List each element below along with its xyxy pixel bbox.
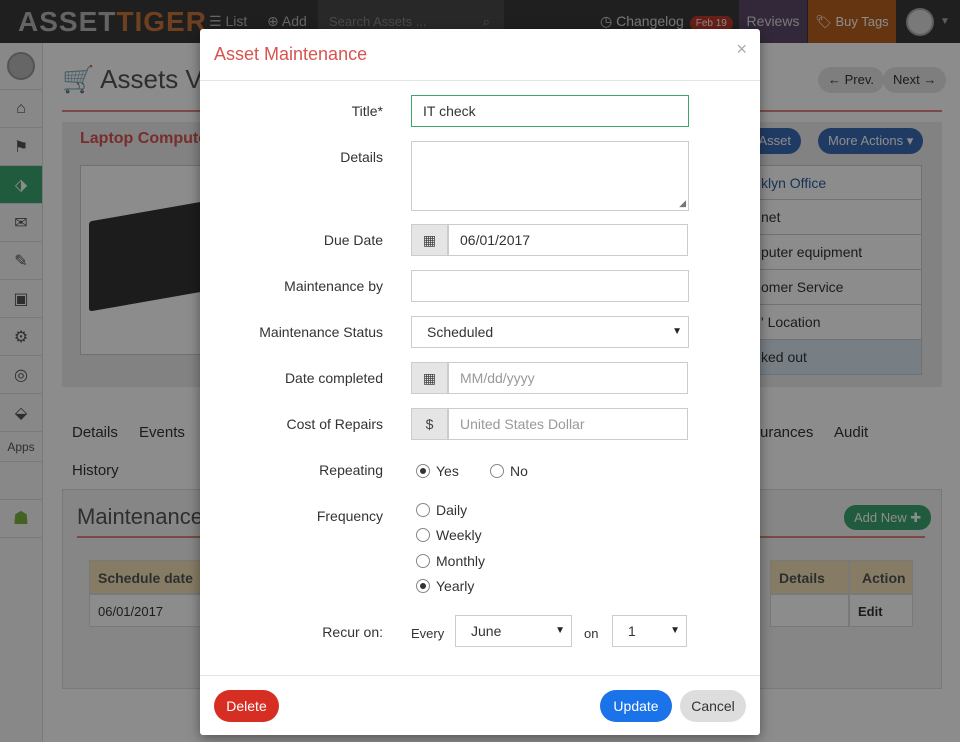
maintenance-by-label: Maintenance by: [284, 278, 383, 294]
frequency-weekly-radio[interactable]: Weekly: [416, 527, 482, 543]
repeating-no-radio[interactable]: No: [490, 463, 528, 479]
maintenance-status-value: Scheduled: [427, 324, 494, 340]
cost-of-repairs-field[interactable]: United States Dollar: [448, 408, 688, 440]
cost-of-repairs-label: Cost of Repairs: [286, 416, 383, 432]
every-label: Every: [411, 626, 445, 641]
frequency-weekly-label: Weekly: [436, 527, 482, 543]
date-completed-field[interactable]: MM/dd/yyyy: [448, 362, 688, 394]
maintenance-status-select[interactable]: Scheduled ▼: [411, 316, 689, 348]
on-label: on: [584, 626, 599, 641]
maintenance-status-label: Maintenance Status: [259, 324, 383, 340]
calendar-icon[interactable]: ▦: [411, 224, 448, 256]
frequency-yearly-label: Yearly: [436, 578, 475, 594]
details-label: Details: [340, 149, 383, 165]
resize-handle-icon[interactable]: ◢: [679, 198, 686, 209]
frequency-monthly-label: Monthly: [436, 553, 486, 569]
update-button[interactable]: Update: [600, 690, 672, 722]
frequency-label: Frequency: [316, 508, 383, 524]
recur-day-select[interactable]: 1 ▼: [612, 615, 687, 647]
delete-button[interactable]: Delete: [214, 690, 279, 722]
details-field[interactable]: ◢: [411, 141, 689, 211]
recur-month-select[interactable]: June ▼: [455, 615, 572, 647]
modal-footer-divider: [200, 675, 760, 676]
select-arrow-icon: ▼: [555, 625, 565, 636]
recur-day-value: 1: [628, 623, 636, 639]
radio-dot: [490, 464, 504, 478]
select-arrow-icon: ▼: [672, 326, 682, 337]
modal-title: Asset Maintenance: [214, 44, 368, 64]
repeating-yes-radio[interactable]: Yes: [416, 463, 459, 479]
recur-on-label: Recur on:: [322, 624, 383, 640]
close-icon[interactable]: ×: [736, 39, 747, 60]
repeating-no-label: No: [510, 463, 528, 479]
modal-header: Asset Maintenance ×: [200, 29, 760, 81]
maintenance-by-field[interactable]: [411, 270, 689, 302]
recur-month-value: June: [471, 623, 502, 639]
due-date-field[interactable]: 06/01/2017: [448, 224, 688, 256]
currency-addon: $: [411, 408, 448, 440]
radio-dot: [416, 528, 430, 542]
select-arrow-icon: ▼: [670, 625, 680, 636]
radio-dot: [416, 503, 430, 517]
frequency-daily-label: Daily: [436, 502, 468, 518]
frequency-monthly-radio[interactable]: Monthly: [416, 553, 485, 569]
cancel-button[interactable]: Cancel: [680, 690, 746, 722]
radio-dot: [416, 579, 430, 593]
frequency-yearly-radio[interactable]: Yearly: [416, 578, 474, 594]
repeating-yes-label: Yes: [436, 463, 459, 479]
frequency-daily-radio[interactable]: Daily: [416, 502, 467, 518]
asset-maintenance-modal: Asset Maintenance × Title* IT check Deta…: [200, 29, 760, 735]
radio-dot: [416, 464, 430, 478]
repeating-label: Repeating: [319, 462, 383, 478]
due-date-label: Due Date: [323, 232, 383, 248]
title-label: Title*: [351, 103, 383, 119]
title-field[interactable]: IT check: [411, 95, 689, 127]
calendar-icon[interactable]: ▦: [411, 362, 448, 394]
date-completed-label: Date completed: [284, 370, 383, 386]
radio-dot: [416, 554, 430, 568]
